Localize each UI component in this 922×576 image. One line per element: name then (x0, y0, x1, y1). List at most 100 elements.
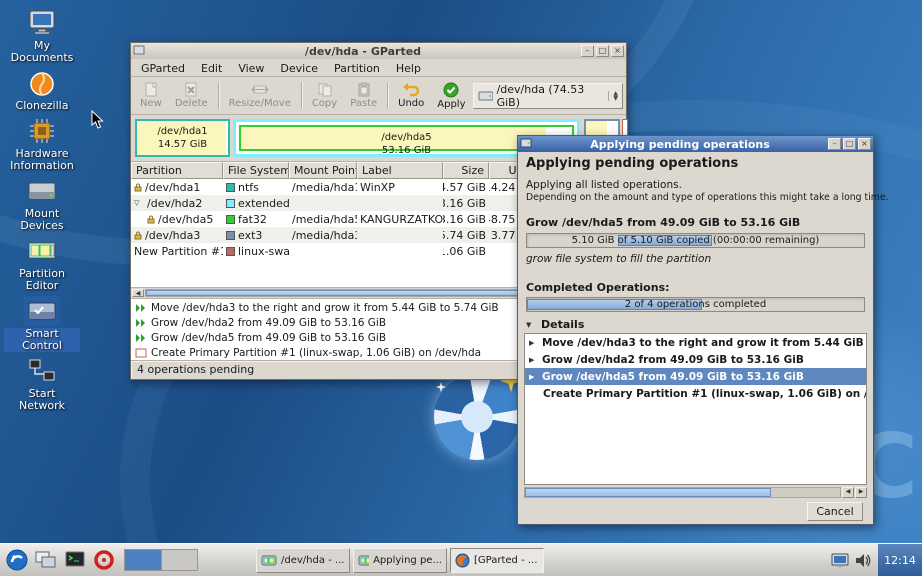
workspace-2[interactable] (161, 550, 198, 570)
gparted-titlebar[interactable]: /dev/hda - GParted – □ × (131, 43, 626, 59)
screen: C My Documents Clonezilla Hardware Infor… (0, 0, 922, 576)
menu-gparted[interactable]: GParted (133, 60, 193, 75)
expander-closed-icon[interactable]: ▶ (529, 339, 538, 347)
delete-icon (183, 82, 199, 97)
partition-icon (24, 236, 60, 266)
scroll-left-icon[interactable]: ◀ (842, 487, 854, 498)
volume-icon[interactable] (855, 553, 871, 568)
detail-row-selected[interactable]: ▶ Grow /dev/hda5 from 49.09 GiB to 53.16… (525, 368, 866, 385)
details-list: ▶ Move /dev/hda3 to the right and grow i… (524, 333, 867, 485)
desktop-icon-my-documents[interactable]: My Documents (4, 8, 80, 64)
menu-edit[interactable]: Edit (193, 60, 230, 75)
menu-view[interactable]: View (230, 60, 272, 75)
pending-operations-count: 4 operations pending (137, 363, 254, 376)
current-operation-detail: grow file system to fill the partition (526, 253, 865, 265)
taskbar-task-browser[interactable]: [GParted - ... (450, 548, 544, 573)
start-menu-button[interactable] (4, 547, 30, 573)
partition-box-hda1[interactable]: /dev/hda1 14.57 GiB (135, 119, 230, 157)
fs-color-swatch (226, 183, 235, 192)
expander-icon[interactable]: ▽ (134, 199, 144, 207)
monitor-icon (24, 8, 60, 38)
col-mountpoint[interactable]: Mount Point (289, 162, 357, 179)
detail-row[interactable]: ▶ Grow /dev/hda2 from 49.09 GiB to 53.16… (525, 351, 866, 368)
cancel-button[interactable]: Cancel (807, 502, 863, 521)
window-title: /dev/hda - GParted (147, 45, 579, 58)
desktop-icon-clonezilla[interactable]: Clonezilla (4, 68, 80, 112)
device-selector[interactable]: /dev/hda (74.53 GiB) ▲▼ (473, 83, 624, 109)
minimize-button[interactable]: – (581, 45, 594, 57)
paste-icon (356, 82, 372, 97)
scroll-right-icon[interactable]: ▶ (855, 487, 867, 498)
taskbar-task-applying[interactable]: Applying pe... (353, 548, 447, 573)
scroll-left-icon[interactable]: ◀ (132, 289, 144, 297)
grow-operation-icon (135, 333, 147, 343)
maximize-button[interactable]: □ (596, 45, 609, 57)
copy-icon (317, 82, 333, 97)
lock-icon (134, 183, 142, 192)
browser-icon (455, 553, 470, 568)
desktop-icon-start-network[interactable]: Start Network (4, 356, 80, 412)
detail-row[interactable]: ▶ Move /dev/hda3 to the right and grow i… (525, 334, 866, 351)
details-hscrollbar[interactable]: ◀ ▶ (524, 487, 867, 498)
fs-color-swatch (226, 231, 235, 240)
detail-row[interactable]: Create Primary Partition #1 (linux-swap,… (525, 385, 866, 402)
delete-button[interactable]: Delete (169, 79, 214, 112)
display-tray-icon[interactable] (831, 553, 849, 568)
col-label[interactable]: Label (357, 162, 443, 179)
undo-button[interactable]: Undo (392, 79, 430, 112)
new-button[interactable]: New (134, 79, 168, 112)
menu-partition[interactable]: Partition (326, 60, 388, 75)
dialog-heading: Applying pending operations (526, 156, 865, 171)
partition-name: /dev/hda1 (137, 125, 228, 138)
grow-operation-icon (135, 318, 147, 328)
hard-drive-icon (478, 90, 493, 102)
desktop-icon-smart-control[interactable]: Smart Control (4, 296, 80, 352)
expander-open-icon[interactable]: ▼ (526, 321, 536, 329)
maximize-button[interactable]: □ (843, 138, 856, 150)
menu-device[interactable]: Device (272, 60, 326, 75)
expander-closed-icon[interactable]: ▶ (529, 373, 538, 381)
col-size[interactable]: Size (443, 162, 489, 179)
scrollbar-thumb[interactable] (525, 488, 771, 497)
workspace-1[interactable] (125, 550, 161, 570)
completed-progress-text: 2 of 4 operations completed (527, 298, 864, 311)
resize-move-button[interactable]: Resize/Move (223, 79, 297, 112)
desktop-icon-hardware-information[interactable]: Hardware Information (4, 116, 80, 172)
undo-icon (402, 82, 420, 97)
clonezilla-icon (24, 68, 60, 98)
expander-closed-icon[interactable]: ▶ (529, 356, 538, 364)
fs-color-swatch (226, 247, 235, 256)
taskbar-task-gparted[interactable]: /dev/hda - ... (256, 548, 350, 573)
dialog-description-line2: Depending on the amount and type of oper… (526, 192, 841, 203)
file-manager-launcher[interactable] (33, 547, 59, 573)
paste-button[interactable]: Paste (344, 79, 383, 112)
terminal-launcher[interactable] (62, 547, 88, 573)
col-partition[interactable]: Partition (131, 162, 223, 179)
grow-operation-icon (135, 303, 147, 313)
copy-button[interactable]: Copy (306, 79, 343, 112)
desktop-icon-mount-devices[interactable]: Mount Devices (4, 176, 80, 232)
terminal-icon (65, 551, 85, 569)
details-expander[interactable]: ▼ Details (526, 318, 865, 331)
workspace-pager[interactable] (124, 549, 198, 571)
close-button[interactable]: × (611, 45, 624, 57)
dialog-titlebar[interactable]: Applying pending operations – □ × (518, 136, 873, 152)
toolbar-separator (387, 82, 388, 109)
new-partition-icon (135, 348, 147, 358)
col-filesystem[interactable]: File System (223, 162, 289, 179)
menu-help[interactable]: Help (388, 60, 429, 75)
apply-button[interactable]: Apply (431, 79, 471, 112)
close-button[interactable]: × (858, 138, 871, 150)
disc-burner-launcher[interactable] (91, 547, 117, 573)
clock[interactable]: 12:14 (878, 544, 922, 576)
drive-icon (24, 176, 60, 206)
smart-drive-icon (24, 296, 60, 326)
toolbar: New Delete Resize/Move Copy Paste (131, 77, 626, 115)
lock-icon (134, 231, 142, 240)
partition-size: 14.57 GiB (137, 138, 228, 151)
minimize-button[interactable]: – (828, 138, 841, 150)
apply-icon (443, 82, 459, 98)
combo-spinner-icon[interactable]: ▲▼ (608, 91, 618, 101)
chip-icon (24, 116, 60, 146)
desktop-icon-partition-editor[interactable]: Partition Editor (4, 236, 80, 292)
